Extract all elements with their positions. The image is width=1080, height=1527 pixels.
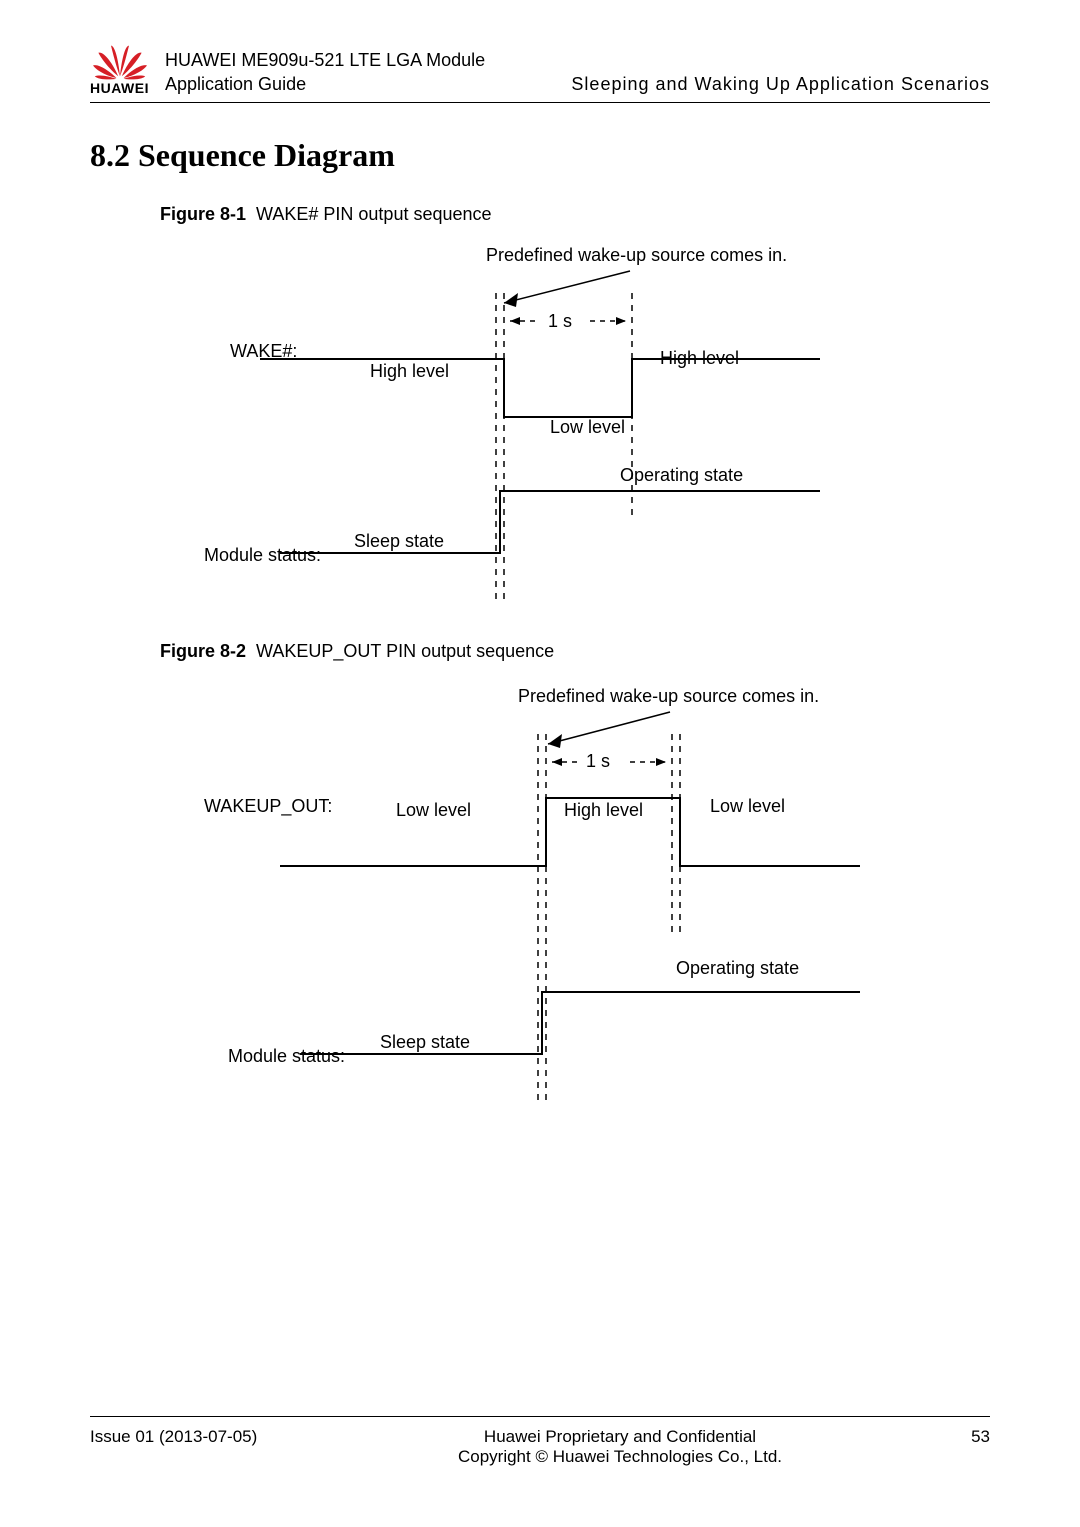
section-heading: 8.2 Sequence Diagram — [90, 137, 990, 174]
doc-subtitle-left: Application Guide — [165, 73, 306, 96]
fig1-operating: Operating state — [620, 465, 743, 486]
fig2-pulse-label: 1 s — [586, 751, 610, 772]
figure-caption-2: Figure 8-2 WAKEUP_OUT PIN output sequenc… — [160, 641, 990, 662]
footer-issue: Issue 01 (2013-07-05) — [90, 1427, 310, 1447]
doc-title: HUAWEI ME909u-521 LTE LGA Module — [165, 49, 990, 72]
fig1-high2: High level — [660, 348, 739, 369]
doc-subtitle-right: Sleeping and Waking Up Application Scena… — [571, 73, 990, 96]
figure-8-2: Figure 8-2 WAKEUP_OUT PIN output sequenc… — [160, 641, 990, 1108]
fig2-low1: Low level — [396, 800, 471, 821]
fig2-low2: Low level — [710, 796, 785, 817]
huawei-logo-icon — [93, 40, 147, 80]
fig2-operating: Operating state — [676, 958, 799, 979]
fig1-low: Low level — [550, 417, 625, 438]
logo: HUAWEI — [90, 40, 149, 96]
fig2-signal-label: WAKEUP_OUT: — [204, 796, 332, 817]
fig1-module-label: Module status: — [204, 545, 321, 566]
fig2-sleep: Sleep state — [380, 1032, 470, 1053]
fig2-top-note: Predefined wake-up source comes in. — [518, 686, 819, 707]
sequence-diagram-2: Predefined wake-up source comes in. 1 s … — [160, 688, 880, 1108]
footer-confidential: Huawei Proprietary and Confidential — [310, 1427, 930, 1447]
figure-caption-1: Figure 8-1 WAKE# PIN output sequence — [160, 204, 990, 225]
logo-text: HUAWEI — [90, 80, 149, 96]
page-header: HUAWEI HUAWEI ME909u-521 LTE LGA Module … — [90, 40, 990, 103]
fig1-high1: High level — [370, 361, 449, 382]
fig1-signal-label: WAKE#: — [230, 341, 297, 362]
page-number: 53 — [930, 1427, 990, 1447]
figure-8-1: Figure 8-1 WAKE# PIN output sequence — [160, 204, 990, 611]
fig2-module-label: Module status: — [228, 1046, 345, 1067]
fig1-sleep: Sleep state — [354, 531, 444, 552]
fig2-high: High level — [564, 800, 643, 821]
fig1-top-note: Predefined wake-up source comes in. — [486, 245, 787, 266]
page-footer: Issue 01 (2013-07-05) Huawei Proprietary… — [90, 1416, 990, 1467]
sequence-diagram-1: Predefined wake-up source comes in. 1 s … — [160, 251, 880, 611]
footer-copyright: Copyright © Huawei Technologies Co., Ltd… — [310, 1447, 930, 1467]
fig1-pulse-label: 1 s — [548, 311, 572, 332]
